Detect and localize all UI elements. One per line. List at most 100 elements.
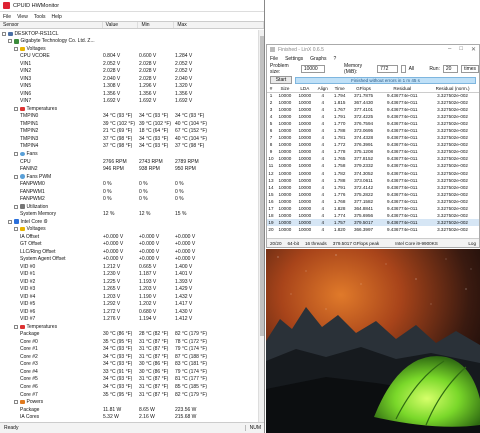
sensor-row[interactable]: IA Cores 5.32 W 2.16 W 215.68 W: [0, 413, 264, 420]
table-row[interactable]: 17 10000 10000 4 1.828 364.8841 9.436774e-011 3…: [267, 205, 479, 212]
menu-help[interactable]: ?: [334, 56, 337, 62]
run-count-input[interactable]: 20: [442, 65, 459, 73]
close-icon[interactable]: ✕: [471, 46, 476, 53]
table-row[interactable]: 7 10000 10000 4 1.781 374.4328 9.436774e-011 3.…: [267, 134, 479, 141]
menu-view[interactable]: View: [17, 14, 28, 20]
sensor-row[interactable]: Core #6 34 °C (93 °F) 31 °C (87 °F) 85 °C (…: [0, 383, 264, 391]
expand-toggle-icon[interactable]: [14, 152, 18, 156]
menu-file[interactable]: File: [3, 14, 11, 20]
sensor-row[interactable]: VIN6 1.356 V 1.356 V 1.356 V: [0, 90, 264, 98]
sensor-row[interactable]: Package 30 °C (86 °F) 28 °C (82 °F) 82 °C (…: [0, 331, 264, 339]
table-row[interactable]: 20 10000 10000 4 1.820 366.3997 9.436774e-011 3…: [267, 226, 479, 233]
sensor-row[interactable]: VIN2 2.028 V 2.028 V 2.052 V: [0, 68, 264, 76]
table-row[interactable]: 13 10000 10000 4 1.788 373.0611 9.436774e-011 3…: [267, 177, 479, 184]
sensor-row[interactable]: Core #1 34 °C (93 °F) 31 °C (87 °F) 79 °C (…: [0, 346, 264, 354]
sensor-row[interactable]: GT Offset +0.000 V +0.000 V +0.000 V: [0, 240, 264, 248]
sensor-row[interactable]: VID #1 1.230 V 1.187 V 1.401 V: [0, 271, 264, 279]
sensor-row[interactable]: System Agent Offset +0.000 V +0.000 V +0.00…: [0, 255, 264, 263]
tree-node[interactable]: Voltages: [0, 45, 264, 53]
table-row[interactable]: 8 10000 10000 4 1.772 376.3991 9.436774e-011 3.…: [267, 141, 479, 148]
run-unit-select[interactable]: times: [461, 65, 479, 73]
sensor-row[interactable]: VID #4 1.203 V 1.190 V 1.432 V: [0, 293, 264, 301]
tree-node[interactable]: Intel Core i9: [0, 218, 264, 226]
expand-toggle-icon[interactable]: [8, 39, 12, 44]
sensor-row[interactable]: FANIN2 946 RPM 938 RPM 950 RPM: [0, 165, 264, 173]
sensor-row[interactable]: Core #5 34 °C (93 °F) 31 °C (87 °F) 81 °C (…: [0, 376, 264, 384]
sensor-row[interactable]: Core #3 34 °C (93 °F) 30 °C (86 °F) 83 °C (…: [0, 361, 264, 369]
tree-node[interactable]: Powers: [0, 398, 264, 406]
sensor-row[interactable]: FANPWM2 0 % 0 % 0 %: [0, 195, 264, 203]
expand-toggle-icon[interactable]: [14, 204, 18, 209]
expand-toggle-icon[interactable]: [14, 227, 18, 232]
table-row[interactable]: 14 10000 10000 4 1.791 372.4142 9.436774e-011 3…: [267, 184, 479, 191]
sensor-row[interactable]: VID #2 1.225 V 1.193 V 1.393 V: [0, 278, 264, 286]
problem-size-input[interactable]: 10000: [300, 65, 326, 73]
menu-settings[interactable]: Settings: [285, 56, 303, 62]
menu-help[interactable]: Help: [52, 14, 62, 20]
sensor-row[interactable]: VID #0 1.212 V 0.665 V 1.400 V: [0, 263, 264, 271]
tree-node[interactable]: Temperatures: [0, 105, 264, 113]
sensor-row[interactable]: TMPIN3 37 °C (98 °F) 34 °C (93 °F) 40 °C (1…: [0, 135, 264, 143]
expand-toggle-icon[interactable]: [8, 219, 12, 224]
menu-graphs[interactable]: Graphs: [310, 56, 326, 62]
sensor-row[interactable]: CPU VCORE 0.804 V 0.600 V 1.284 V: [0, 53, 264, 61]
sensor-tree[interactable]: DESKTOP-RS11CL Gigabyte Technology Co. Lt…: [0, 30, 264, 420]
table-row[interactable]: 1 10000 10000 4 1.794 371.7875 9.436774e-011 3.…: [267, 92, 479, 99]
table-row[interactable]: 15 10000 10000 4 1.776 375.2822 9.436774e-011 3…: [267, 191, 479, 198]
sensor-row[interactable]: VID #3 1.265 V 1.203 V 1.429 V: [0, 286, 264, 294]
table-row[interactable]: 3 10000 10000 4 1.767 377.4101 9.436774e-011 3.…: [267, 106, 479, 113]
all-checkbox[interactable]: [400, 65, 406, 73]
sensor-row[interactable]: Core #7 35 °C (95 °F) 31 °C (87 °F) 82 °C (…: [0, 391, 264, 399]
column-header-cell[interactable]: GFlops: [348, 85, 379, 93]
memory-input[interactable]: 772: [377, 65, 398, 73]
expand-toggle-icon[interactable]: [14, 174, 18, 179]
log-button[interactable]: Log: [468, 241, 476, 246]
tree-node[interactable]: Utilization: [0, 203, 264, 211]
column-header-cell[interactable]: Align: [314, 85, 331, 93]
sensor-row[interactable]: Core #0 35 °C (95 °F) 31 °C (87 °F) 78 °C (…: [0, 338, 264, 346]
tree-node[interactable]: Fans: [0, 150, 264, 158]
sensor-row[interactable]: FANPWM1 0 % 0 % 0 %: [0, 188, 264, 196]
table-row[interactable]: 10 10000 10000 4 1.765 377.8152 9.436774e-011 3…: [267, 155, 479, 162]
sensor-row[interactable]: FANPWM0 0 % 0 % 0 %: [0, 180, 264, 188]
column-header-cell[interactable]: #: [267, 85, 275, 93]
column-header-cell[interactable]: Time: [330, 85, 349, 93]
tree-node[interactable]: Temperatures: [0, 323, 264, 331]
sensor-row[interactable]: VID #7 1.276 V 1.194 V 1.412 V: [0, 316, 264, 324]
sensor-row[interactable]: VID #6 1.272 V 0.680 V 1.430 V: [0, 308, 264, 316]
table-row[interactable]: 4 10000 10000 4 1.791 372.4225 9.436774e-011 3.…: [267, 113, 479, 120]
tree-node[interactable]: Fans PWM: [0, 173, 264, 181]
start-button[interactable]: Start: [270, 76, 292, 84]
sensor-row[interactable]: Package 11.81 W 8.65 W 223.56 W: [0, 406, 264, 414]
table-row[interactable]: 19 10000 10000 4 1.757 379.5017 9.436774e-011 3…: [267, 218, 479, 226]
scrollbar-thumb[interactable]: [260, 36, 264, 336]
expand-toggle-icon[interactable]: [14, 106, 18, 111]
table-row[interactable]: 18 10000 10000 4 1.774 375.6956 9.436774e-011 3…: [267, 212, 479, 219]
minimize-icon[interactable]: –: [448, 46, 451, 53]
sensor-row[interactable]: VIN7 1.692 V 1.692 V 1.692 V: [0, 98, 264, 106]
expand-toggle-icon[interactable]: [14, 400, 18, 405]
table-row[interactable]: 16 10000 10000 4 1.768 377.1582 9.436774e-011 3…: [267, 198, 479, 205]
sensor-row[interactable]: VID #5 1.292 V 1.202 V 1.417 V: [0, 301, 264, 309]
sensor-row[interactable]: LLC/Ring Offset +0.000 V +0.000 V +0.000 V: [0, 248, 264, 256]
vertical-scrollbar[interactable]: [258, 30, 264, 422]
sensor-row[interactable]: TMPIN0 34 °C (93 °F) 34 °C (93 °F) 34 °C (9…: [0, 113, 264, 121]
tree-node[interactable]: Gigabyte Technology Co. Ltd. Z...: [0, 38, 264, 46]
sensor-row[interactable]: System Memory 12 % 12 % 15 %: [0, 210, 264, 218]
column-value[interactable]: Value: [103, 22, 139, 28]
column-sensor[interactable]: Sensor: [0, 22, 103, 28]
column-header-cell[interactable]: LDA: [294, 85, 315, 93]
sensor-row[interactable]: TMPIN2 21 °C (69 °F) 18 °C (64 °F) 67 °C (1…: [0, 128, 264, 136]
column-header-cell[interactable]: Residual (norm.): [426, 85, 479, 93]
menu-tools[interactable]: Tools: [34, 14, 46, 20]
sensor-row[interactable]: VIN3 2.040 V 2.028 V 2.040 V: [0, 75, 264, 83]
sensor-row[interactable]: VIN5 1.308 V 1.296 V 1.320 V: [0, 83, 264, 91]
column-max[interactable]: Max: [174, 22, 264, 28]
sensor-row[interactable]: Core #4 33 °C (91 °F) 30 °C (86 °F) 79 °C (…: [0, 368, 264, 376]
expand-toggle-icon[interactable]: [14, 324, 18, 329]
expand-toggle-icon[interactable]: [2, 31, 6, 36]
hwmonitor-titlebar[interactable]: CPUID HWMonitor: [0, 0, 264, 12]
sensor-row[interactable]: TMPIN1 39 °C (102 °F) 39 °C (102 °F) 40 °C …: [0, 120, 264, 128]
sensor-row[interactable]: Core #2 34 °C (93 °F) 31 °C (87 °F) 87 °C (…: [0, 353, 264, 361]
column-header-cell[interactable]: Size: [274, 85, 295, 93]
